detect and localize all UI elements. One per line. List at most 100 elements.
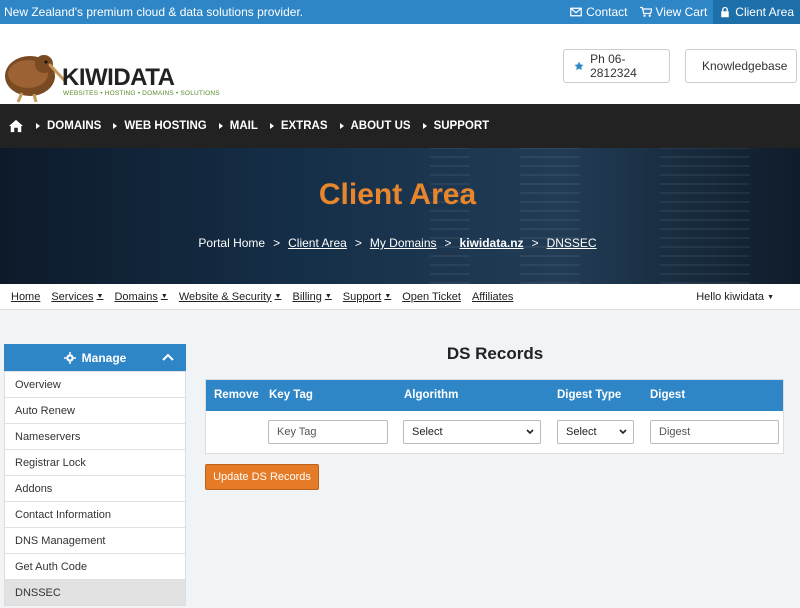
digest-type-select[interactable]: Select [557, 420, 634, 444]
algorithm-select[interactable]: Select [403, 420, 541, 444]
algorithm-value: Select [412, 426, 443, 438]
ds-records-section: DS Records Remove Key Tag Algorithm Dige… [205, 344, 785, 490]
caret-down-icon: ▼ [274, 293, 282, 300]
view-cart-label: View Cart [655, 5, 708, 19]
caret-right-icon [218, 123, 223, 129]
nav-about-us-label: ABOUT US [350, 120, 411, 132]
breadcrumb-domain[interactable]: kiwidata.nz [460, 236, 524, 250]
table-row: Key Tag Select Select Digest [206, 411, 783, 453]
subnav-website-security[interactable]: Website & Security ▼ [179, 291, 282, 303]
subnav-home[interactable]: Home [11, 291, 40, 303]
phone-button[interactable]: Ph 06-2812324 [563, 49, 670, 83]
subnav-billing-label: Billing [292, 290, 322, 303]
user-menu[interactable]: Hello kiwidata ▼ [696, 291, 774, 303]
kiwi-bird-icon [5, 55, 64, 103]
view-cart-link[interactable]: View Cart [634, 0, 714, 24]
page-title: Client Area [318, 178, 477, 211]
main-nav: DOMAINS WEB HOSTING MAIL EXTRAS ABOUT US… [0, 104, 800, 148]
knowledgebase-label: Knowledgebase [702, 59, 788, 73]
kiwidata-logo[interactable]: KIWIDATA WEBSITES • HOSTING • DOMAINS • … [2, 38, 220, 104]
section-heading: DS Records [446, 344, 544, 363]
caret-right-icon [36, 123, 40, 129]
subnav-services-label: Services [51, 290, 94, 303]
nav-mail-label: MAIL [229, 120, 258, 132]
sidebar-item-nameservers[interactable]: Nameservers [5, 423, 185, 449]
contact-link[interactable]: Contact [564, 0, 633, 24]
subnav-services[interactable]: Services ▼ [51, 291, 103, 303]
subnav-domains[interactable]: Domains ▼ [114, 291, 167, 303]
caret-down-icon: ▼ [384, 293, 392, 300]
sidebar-item-contact-information[interactable]: Contact Information [5, 501, 185, 527]
nav-about-us[interactable]: ABOUT US [336, 120, 419, 132]
subnav-domains-label: Domains [114, 290, 158, 303]
breadcrumb-client-area[interactable]: Client Area [288, 236, 347, 250]
sidebar-item-get-auth-code[interactable]: Get Auth Code [5, 553, 185, 579]
sidebar-item-dns-management[interactable]: DNS Management [5, 527, 185, 553]
col-digest: Digest [650, 389, 686, 401]
server-rack-decoration [430, 148, 470, 284]
site-tagline: New Zealand's premium cloud & data solut… [4, 5, 304, 19]
breadcrumb-separator: > [273, 236, 281, 250]
account-nav: Home Services ▼ Domains ▼ Website & Securi… [0, 284, 800, 310]
client-area-label: Client Area [735, 5, 794, 19]
manage-panel-header[interactable]: Manage [4, 344, 186, 371]
contact-label: Contact [586, 5, 628, 19]
subnav-home-label: Home [11, 290, 41, 303]
logo-wordmark: KIWIDATA [62, 64, 175, 91]
sidebar-item-registrar-lock[interactable]: Registrar Lock [5, 449, 185, 475]
server-rack-decoration [660, 148, 750, 284]
top-links: Contact View Cart Client Area [564, 0, 800, 24]
col-key-tag: Key Tag [269, 389, 313, 401]
subnav-website-security-label: Website & Security [178, 290, 272, 303]
subnav-open-ticket[interactable]: Open Ticket [402, 291, 461, 303]
subnav-support-label: Support [342, 290, 382, 303]
col-remove: Remove [214, 389, 259, 401]
manage-sidebar: Manage Overview Auto Renew Nameservers R… [4, 344, 186, 606]
subnav-affiliates[interactable]: Affiliates [472, 291, 513, 303]
key-tag-input[interactable]: Key Tag [268, 420, 388, 444]
subnav-open-ticket-label: Open Ticket [402, 290, 461, 303]
chevron-up-icon[interactable] [162, 352, 174, 362]
sidebar-item-dnssec[interactable]: DNSSEC [5, 579, 185, 605]
caret-right-icon [422, 123, 427, 129]
page-banner: Client Area Portal Home > Client Area > … [0, 148, 800, 284]
sidebar-item-auto-renew[interactable]: Auto Renew [5, 397, 185, 423]
subnav-billing[interactable]: Billing ▼ [292, 291, 331, 303]
breadcrumb-separator: > [354, 236, 362, 250]
nav-support-label: SUPPORT [433, 120, 490, 132]
sidebar-item-addons[interactable]: Addons [5, 475, 185, 501]
home-icon [9, 119, 23, 133]
caret-down-icon: ▼ [767, 293, 774, 301]
caret-down-icon: ▼ [160, 293, 168, 300]
chevron-down-icon [619, 429, 627, 435]
nav-domains-label: DOMAINS [47, 120, 102, 132]
home-nav-button[interactable] [0, 119, 32, 133]
digest-input[interactable]: Digest [650, 420, 779, 444]
digest-type-value: Select [566, 426, 597, 438]
nav-extras[interactable]: EXTRAS [266, 120, 336, 132]
lock-icon [721, 6, 730, 18]
ds-records-table: Remove Key Tag Algorithm Digest Type Dig… [205, 379, 784, 454]
nav-mail[interactable]: MAIL [215, 120, 266, 132]
caret-right-icon [339, 123, 344, 129]
caret-right-icon [269, 123, 274, 129]
subnav-support[interactable]: Support ▼ [343, 291, 391, 303]
update-ds-records-button[interactable]: Update DS Records [205, 464, 319, 490]
breadcrumb: Portal Home > Client Area > My Domains >… [0, 236, 795, 250]
knowledgebase-button[interactable]: Knowledgebase [685, 49, 797, 83]
digest-placeholder: Digest [659, 426, 691, 438]
key-tag-placeholder: Key Tag [277, 426, 317, 438]
breadcrumb-portal-home[interactable]: Portal Home [198, 236, 265, 250]
nav-domains[interactable]: DOMAINS [32, 120, 109, 132]
manage-menu: Overview Auto Renew Nameservers Registra… [4, 371, 186, 606]
breadcrumb-separator: > [531, 236, 539, 250]
nav-support[interactable]: SUPPORT [419, 120, 498, 132]
breadcrumb-dnssec[interactable]: DNSSEC [547, 236, 597, 250]
nav-web-hosting-label: WEB HOSTING [124, 120, 207, 132]
manage-title: Manage [81, 350, 127, 365]
nav-web-hosting[interactable]: WEB HOSTING [109, 120, 214, 132]
breadcrumb-my-domains[interactable]: My Domains [370, 236, 437, 250]
gear-icon [63, 351, 76, 364]
sidebar-item-overview[interactable]: Overview [5, 371, 185, 397]
client-area-link[interactable]: Client Area [713, 0, 800, 24]
